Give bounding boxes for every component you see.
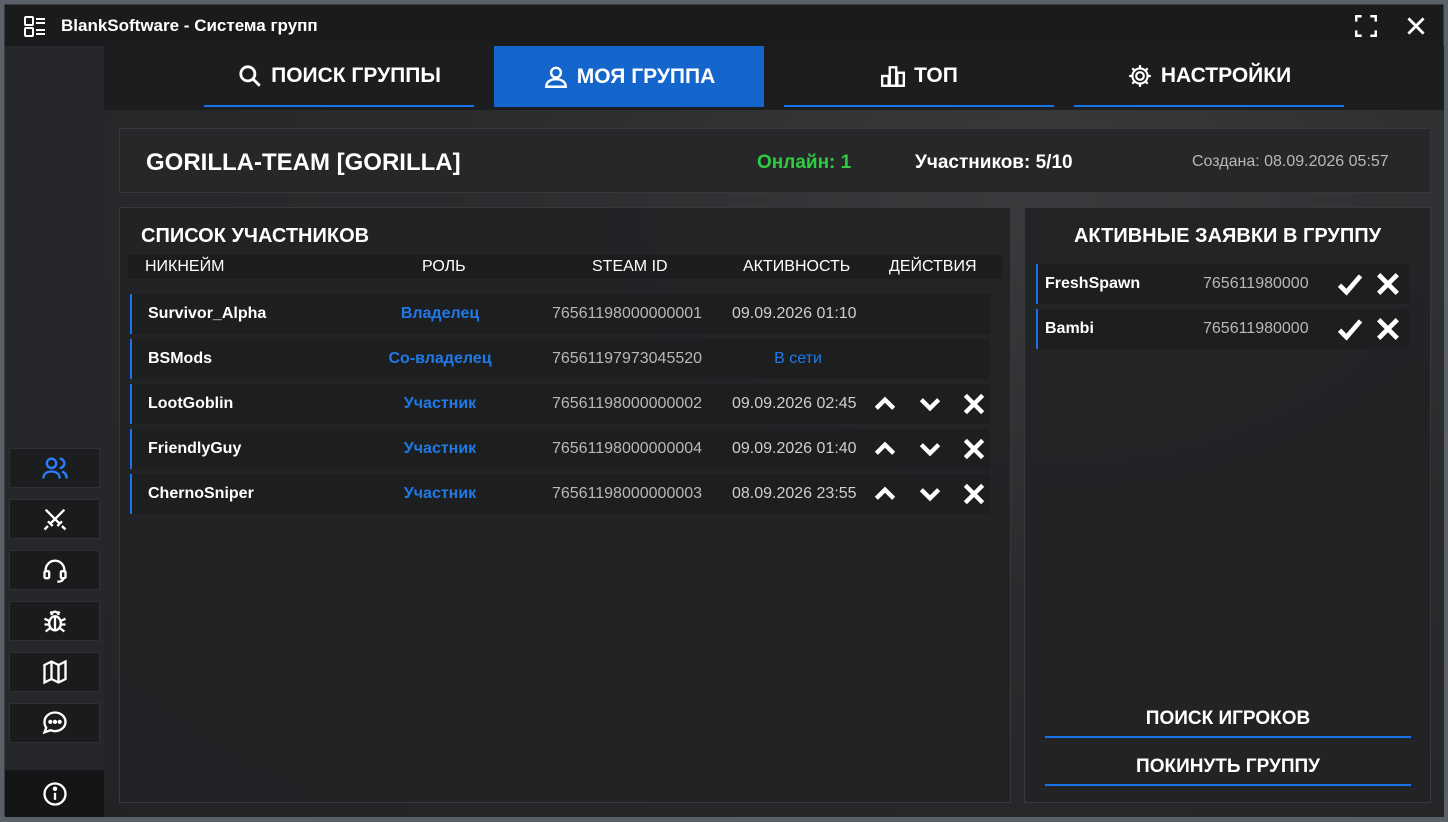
members-title: СПИСОК УЧАСТНИКОВ [141, 225, 370, 247]
tabs-bar: ПОИСК ГРУППЫ МОЯ ГРУППА ТОП НАСТРОЙКИ [104, 46, 1444, 110]
accept-check-icon[interactable] [1336, 315, 1364, 343]
promote-chevron-up-icon[interactable] [872, 481, 898, 507]
member-role: Участник [403, 485, 477, 502]
member-steam-id: 76561198000000004 [551, 440, 703, 457]
request-nick: FreshSpawn [1045, 275, 1141, 292]
tab-label: ТОП [914, 63, 958, 87]
member-steam-id: 76561197973045520 [551, 350, 703, 367]
tab-top[interactable]: ТОП [784, 46, 1054, 107]
column-header: ДЕЙСТВИЯ [889, 258, 977, 275]
member-role: Владелец [400, 305, 480, 322]
members-table-header: НИКНЕЙМ РОЛЬ STEAM ID АКТИВНОСТЬ ДЕЙСТВИ… [128, 255, 1002, 279]
demote-chevron-down-icon[interactable] [917, 391, 943, 417]
group-name: GORILLA-TEAM [GORILLA] [146, 149, 461, 176]
member-role: Участник [403, 440, 477, 457]
member-activity: 08.09.2026 23:55 [732, 485, 857, 502]
app-window: BlankSoftware - Система групп ПОИСК ГРУП… [4, 4, 1444, 817]
table-row[interactable]: LootGoblin Участник 76561198000000002 09… [130, 384, 990, 424]
sidebar-item-combat[interactable] [9, 499, 100, 539]
map-icon [42, 659, 67, 685]
member-nick: ChernoSniper [148, 485, 254, 502]
requests-title: АКТИВНЫЕ ЗАЯВКИ В ГРУППУ [1073, 225, 1382, 247]
member-steam-id: 76561198000000003 [551, 485, 703, 502]
member-activity: 09.09.2026 02:45 [732, 395, 857, 412]
member-activity: В сети [774, 350, 822, 367]
tab-label: ПОИСК ГРУППЫ [271, 63, 441, 87]
chart-bars-icon [881, 65, 906, 87]
member-role: Участник [403, 395, 477, 412]
crossed-swords-icon [43, 508, 66, 531]
tab-label: НАСТРОЙКИ [1160, 63, 1292, 87]
table-row[interactable]: FriendlyGuy Участник 76561198000000004 0… [130, 429, 990, 469]
table-row[interactable]: Survivor_Alpha Владелец 7656119800000000… [130, 294, 990, 334]
table-row[interactable]: BSMods Со-владелец 76561197973045520 В с… [130, 339, 990, 379]
member-steam-id: 76561198000000002 [551, 395, 703, 412]
bug-icon [43, 610, 66, 633]
table-row[interactable]: ChernoSniper Участник 76561198000000003 … [130, 474, 990, 514]
member-actions [872, 435, 987, 463]
sidebar-item-support[interactable] [9, 550, 100, 590]
kick-close-icon[interactable] [961, 436, 987, 462]
tab-search-group[interactable]: ПОИСК ГРУППЫ [204, 46, 474, 107]
leave-group-button[interactable]: ПОКИНУТЬ ГРУППУ [1045, 750, 1411, 786]
tab-my-group[interactable]: МОЯ ГРУППА [494, 46, 764, 107]
kick-close-icon[interactable] [961, 481, 987, 507]
demote-chevron-down-icon[interactable] [917, 481, 943, 507]
sidebar-item-groups[interactable] [9, 448, 100, 488]
member-nick: FriendlyGuy [148, 440, 242, 457]
member-actions [872, 390, 987, 418]
online-count: Онлайн: 1 [757, 152, 852, 173]
kick-close-icon[interactable] [961, 391, 987, 417]
chat-icon [42, 711, 67, 735]
member-nick: BSMods [148, 350, 212, 367]
request-steam-id: 765611980000 [1203, 275, 1309, 292]
member-steam-id: 76561198000000001 [551, 305, 703, 322]
sidebar [5, 46, 104, 817]
accept-check-icon[interactable] [1336, 270, 1364, 298]
app-menu-icon[interactable] [23, 14, 47, 38]
members-count: Участников: 5/10 [915, 152, 1073, 173]
tab-settings[interactable]: НАСТРОЙКИ [1074, 46, 1344, 107]
user-icon [544, 66, 567, 88]
members-panel: СПИСОК УЧАСТНИКОВ НИКНЕЙМ РОЛЬ STEAM ID … [119, 207, 1011, 803]
column-header: АКТИВНОСТЬ [743, 258, 851, 275]
member-activity: 09.09.2026 01:40 [732, 440, 857, 457]
headset-icon [42, 559, 67, 583]
info-icon [42, 781, 67, 806]
gear-icon [1128, 64, 1151, 87]
member-nick: Survivor_Alpha [148, 305, 267, 322]
member-role: Со-владелец [388, 350, 492, 367]
request-row: Bambi 765611980000 [1036, 309, 1409, 349]
tab-label: МОЯ ГРУППА [576, 64, 716, 88]
group-header: GORILLA-TEAM [GORILLA] Онлайн: 1 Участни… [119, 128, 1431, 193]
column-header: РОЛЬ [422, 258, 466, 275]
column-header: НИКНЕЙМ [145, 258, 225, 275]
requests-panel: АКТИВНЫЕ ЗАЯВКИ В ГРУППУ FreshSpawn 7656… [1024, 207, 1431, 803]
request-row: FreshSpawn 765611980000 [1036, 264, 1409, 304]
column-header: STEAM ID [592, 258, 668, 275]
users-icon [41, 457, 68, 479]
fullscreen-icon[interactable] [1353, 13, 1379, 39]
member-actions [872, 480, 987, 508]
reject-close-icon[interactable] [1374, 270, 1402, 298]
sidebar-item-map[interactable] [9, 652, 100, 692]
request-nick: Bambi [1045, 320, 1094, 337]
sidebar-item-bugs[interactable] [9, 601, 100, 641]
created-date: Создана: 08.09.2026 05:57 [1192, 153, 1389, 170]
title-bar: BlankSoftware - Система групп [5, 5, 1443, 46]
window-title: BlankSoftware - Система групп [61, 16, 318, 35]
main-area: ПОИСК ГРУППЫ МОЯ ГРУППА ТОП НАСТРОЙКИ GO… [104, 46, 1444, 817]
demote-chevron-down-icon[interactable] [917, 436, 943, 462]
request-steam-id: 765611980000 [1203, 320, 1309, 337]
member-nick: LootGoblin [148, 395, 234, 412]
sidebar-item-info[interactable] [5, 770, 104, 817]
close-window-icon[interactable] [1403, 13, 1429, 39]
sidebar-item-chat[interactable] [9, 703, 100, 743]
promote-chevron-up-icon[interactable] [872, 436, 898, 462]
member-activity: 09.09.2026 01:10 [732, 305, 857, 322]
search-icon [239, 64, 261, 87]
promote-chevron-up-icon[interactable] [872, 391, 898, 417]
reject-close-icon[interactable] [1374, 315, 1402, 343]
search-players-button[interactable]: ПОИСК ИГРОКОВ [1045, 702, 1411, 738]
